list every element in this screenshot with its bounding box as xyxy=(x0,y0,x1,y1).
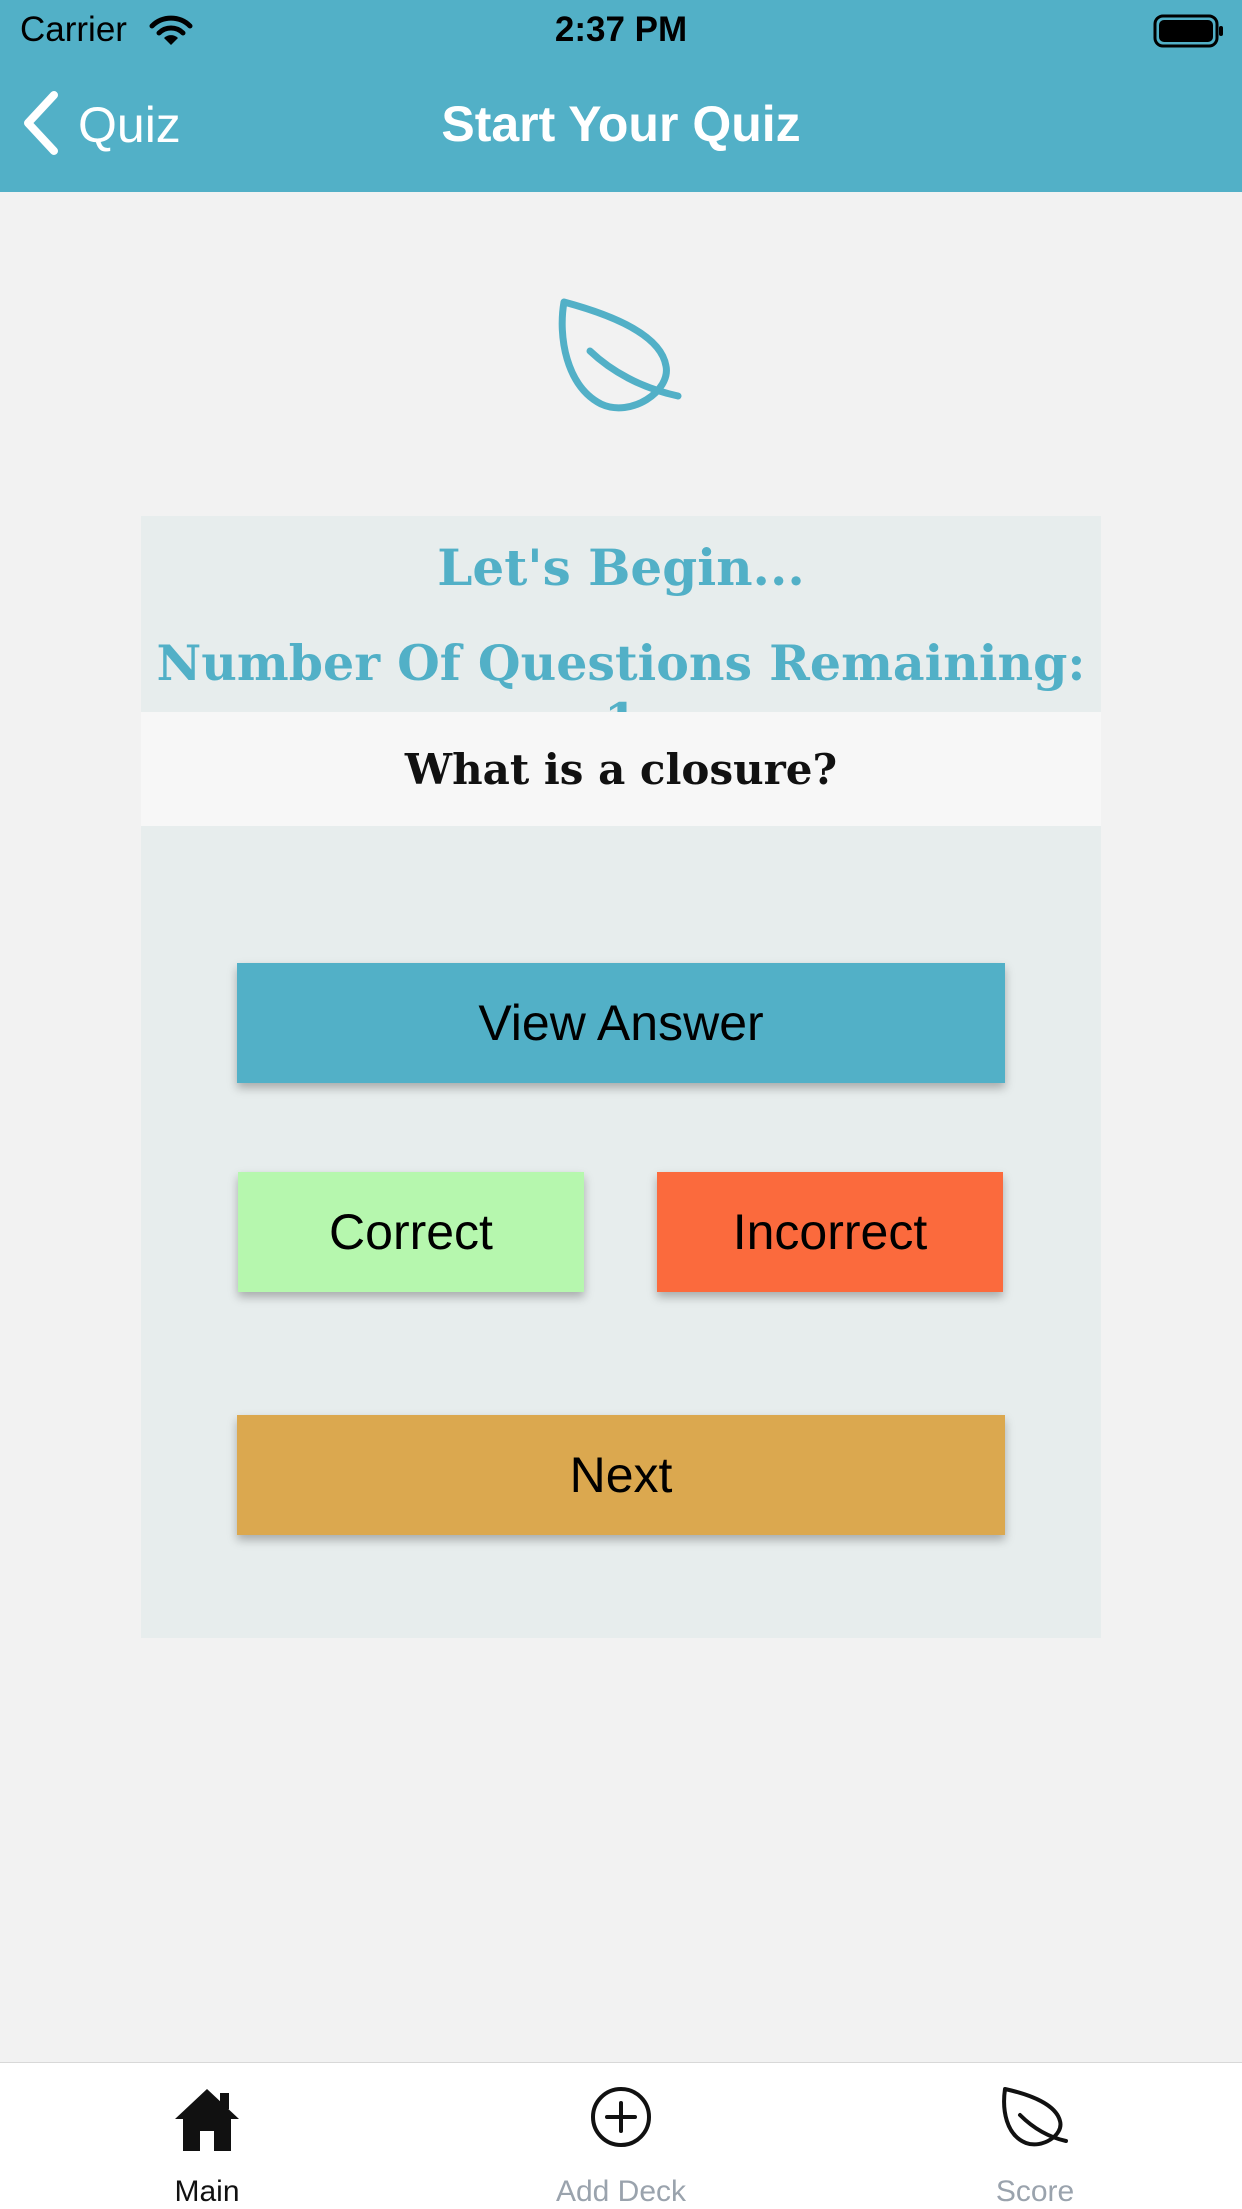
battery-icon xyxy=(1153,14,1227,53)
tab-label-score: Score xyxy=(995,2175,1075,2208)
correct-button[interactable]: Correct xyxy=(238,1172,584,1292)
tab-score[interactable]: Score xyxy=(828,2063,1242,2209)
plus-circle-icon xyxy=(589,2085,653,2154)
leaf-icon xyxy=(1000,2085,1070,2156)
status-time: 2:37 PM xyxy=(554,10,688,49)
quiz-heading: Let's Begin... xyxy=(437,538,805,597)
page-title: Start Your Quiz xyxy=(441,96,801,152)
question-text: What is a closure? xyxy=(404,744,838,794)
tab-add-deck[interactable]: Add Deck xyxy=(414,2063,828,2209)
tab-label-main: Main xyxy=(174,2175,240,2208)
leaf-icon xyxy=(556,296,686,419)
home-icon xyxy=(172,2085,242,2158)
view-answer-button[interactable]: View Answer xyxy=(237,963,1005,1083)
incorrect-button[interactable]: Incorrect xyxy=(657,1172,1003,1292)
tab-bar: Main Add Deck Score xyxy=(0,2062,1242,2209)
tab-label-add-deck: Add Deck xyxy=(555,2175,687,2208)
next-button[interactable]: Next xyxy=(237,1415,1005,1535)
quiz-card: Let's Begin... Number Of Questions Remai… xyxy=(141,516,1101,1638)
tab-main[interactable]: Main xyxy=(0,2063,414,2209)
navigation-header: Carrier 2:37 PM Quiz Start Your Quiz xyxy=(0,0,1242,192)
question-band: What is a closure? xyxy=(141,712,1101,826)
